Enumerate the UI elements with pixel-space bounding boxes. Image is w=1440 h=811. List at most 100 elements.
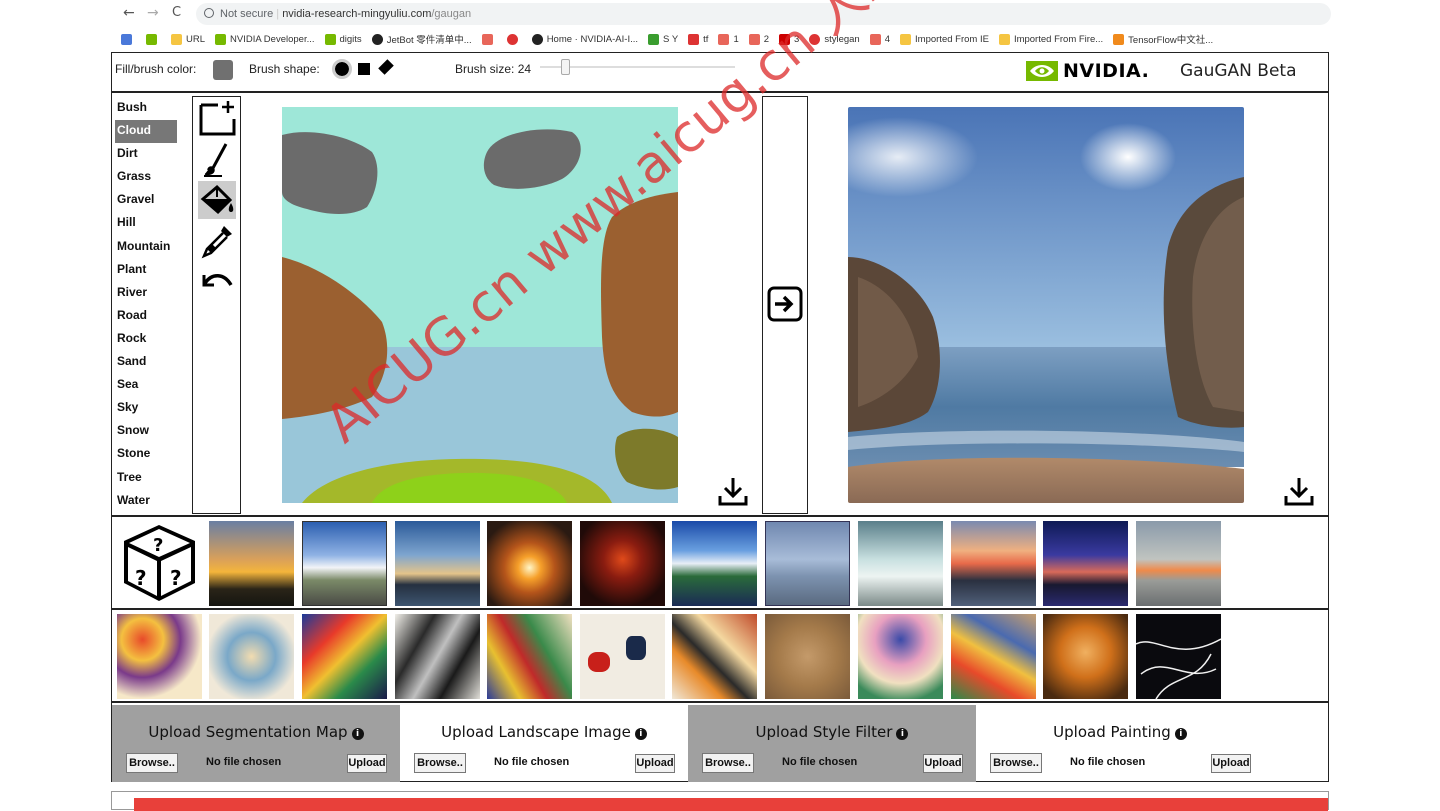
bookmark-item[interactable]: S Y — [648, 33, 678, 45]
bookmark-item[interactable]: Home · NVIDIA-AI-I... — [531, 33, 638, 45]
style-thumb-art-4[interactable] — [395, 614, 480, 699]
nvidia-logo: NVIDIA. — [1026, 59, 1149, 83]
download-output-icon[interactable] — [1284, 476, 1314, 506]
fill-color-swatch[interactable] — [213, 60, 233, 80]
browse-landscape-button[interactable]: Browse.. — [414, 753, 466, 773]
brush-circle-button[interactable] — [332, 59, 352, 79]
style-thumb-art-8[interactable] — [765, 614, 850, 699]
style-thumb-art-10[interactable] — [951, 614, 1036, 699]
back-icon[interactable]: ← — [123, 5, 135, 21]
style-thumb-art-1[interactable] — [117, 614, 202, 699]
bookmark-item[interactable]: 2 — [748, 33, 769, 45]
style-thumb-pink-clouds[interactable] — [951, 521, 1036, 606]
style-thumb-art-2[interactable] — [209, 614, 294, 699]
bookmark-item[interactable]: URL — [171, 33, 205, 45]
bookmark-folder[interactable]: Imported From Fire... — [998, 33, 1103, 45]
label-plant[interactable]: Plant — [115, 259, 180, 282]
label-bush[interactable]: Bush — [115, 97, 180, 120]
random-dice-icon[interactable]: ??? — [117, 521, 202, 606]
label-tree[interactable]: Tree — [115, 467, 180, 490]
bookmark-item[interactable]: 1 — [718, 33, 739, 45]
label-mountain[interactable]: Mountain — [115, 236, 180, 259]
landscape-file-status: No file chosen — [494, 756, 570, 768]
label-snow[interactable]: Snow — [115, 420, 180, 443]
bookmark-folder[interactable]: Imported From IE — [900, 33, 989, 45]
info-icon[interactable]: i — [1174, 728, 1187, 740]
label-sand[interactable]: Sand — [115, 351, 180, 374]
style-thumb-art-12[interactable] — [1136, 614, 1221, 699]
bookmark-apps-icon[interactable] — [121, 33, 136, 45]
upload-landscape-button[interactable]: Upload — [635, 754, 675, 773]
label-gravel[interactable]: Gravel — [115, 189, 180, 212]
browse-style-button[interactable]: Browse.. — [702, 753, 754, 773]
bookmark-item[interactable]: 3 — [779, 33, 799, 45]
download-segmentation-icon[interactable] — [718, 476, 748, 506]
new-canvas-icon[interactable] — [198, 99, 236, 137]
label-cloud[interactable]: Cloud — [115, 120, 177, 144]
label-grass[interactable]: Grass — [115, 166, 180, 189]
label-rock[interactable]: Rock — [115, 328, 180, 351]
style-thumb-art-3[interactable] — [302, 614, 387, 699]
brush-size-slider-thumb[interactable] — [561, 59, 570, 75]
bookmark-item[interactable]: stylegan — [809, 33, 860, 45]
style-thumb-sunset-sea[interactable] — [487, 521, 572, 606]
info-icon[interactable]: i — [896, 728, 909, 740]
info-icon[interactable]: i — [351, 728, 364, 740]
style-thumb-red-sun[interactable] — [580, 521, 665, 606]
reload-icon[interactable]: C — [172, 5, 181, 20]
eyedropper-icon[interactable] — [198, 222, 236, 260]
info-icon[interactable]: i — [634, 728, 647, 740]
bookmark-nvidia-icon[interactable] — [146, 33, 161, 45]
label-stone[interactable]: Stone — [115, 443, 180, 466]
label-sea[interactable]: Sea — [115, 374, 180, 397]
label-sky[interactable]: Sky — [115, 397, 180, 420]
bookmark-item[interactable]: TensorFlow中文社... — [1113, 32, 1213, 46]
browse-segmentation-button[interactable]: Browse.. — [126, 753, 178, 773]
style-thumb-violet-dusk[interactable] — [1043, 521, 1128, 606]
label-road[interactable]: Road — [115, 305, 180, 328]
output-image — [848, 107, 1244, 503]
info-icon[interactable] — [204, 8, 214, 18]
style-thumb-sunset-trees[interactable] — [209, 521, 294, 606]
browse-painting-button[interactable]: Browse.. — [990, 753, 1042, 773]
style-thumb-art-9[interactable] — [858, 614, 943, 699]
fill-color-label: Fill/brush color: — [115, 62, 197, 76]
bookmark-icon[interactable] — [481, 33, 497, 45]
style-thumb-lake-dusk[interactable] — [395, 521, 480, 606]
url-field[interactable]: Not secure | nvidia-research-mingyuliu.c… — [196, 3, 1331, 25]
label-dirt[interactable]: Dirt — [115, 143, 180, 166]
label-hill[interactable]: Hill — [115, 212, 180, 235]
style-thumb-art-5[interactable] — [487, 614, 572, 699]
bookmark-icon[interactable] — [506, 33, 522, 45]
label-river[interactable]: River — [115, 282, 180, 305]
label-water[interactable]: Water — [115, 490, 180, 513]
bottom-strip — [111, 791, 1329, 811]
style-thumb-grey-sea[interactable] — [765, 521, 850, 606]
style-thumb-calm-sunset[interactable] — [1136, 521, 1221, 606]
forward-icon[interactable]: → — [147, 5, 159, 21]
style-thumb-art-11[interactable] — [1043, 614, 1128, 699]
bookmark-item[interactable]: digits — [324, 33, 362, 45]
convert-arrow-button[interactable] — [767, 286, 803, 322]
painting-file-status: No file chosen — [1070, 756, 1146, 768]
upload-segmentation-button[interactable]: Upload — [347, 754, 387, 773]
style-thumb-coast-cliffs[interactable] — [672, 521, 757, 606]
segmentation-canvas[interactable] — [282, 107, 678, 503]
bookmark-item[interactable]: 4 — [869, 33, 890, 45]
brush-square-button[interactable] — [358, 63, 370, 75]
upload-style-button[interactable]: Upload — [923, 754, 963, 773]
bookmark-item[interactable]: tf — [688, 33, 708, 45]
style-thumb-road-clouds[interactable] — [302, 521, 387, 606]
undo-icon[interactable] — [198, 263, 236, 301]
style-thumb-art-7[interactable] — [672, 614, 757, 699]
upload-painting-button[interactable]: Upload — [1211, 754, 1251, 773]
style-thumb-art-6[interactable] — [580, 614, 665, 699]
style-thumb-snow-shore[interactable] — [858, 521, 943, 606]
bookmark-item[interactable]: JetBot 零件清单中... — [371, 32, 472, 46]
bottom-red-bar — [134, 798, 1328, 811]
brush-diamond-button[interactable] — [378, 59, 394, 75]
bookmarks-bar: URL NVIDIA Developer... digits JetBot 零件… — [111, 28, 1347, 50]
brush-icon[interactable] — [198, 140, 236, 178]
bookmark-item[interactable]: NVIDIA Developer... — [215, 33, 315, 45]
fill-bucket-icon[interactable] — [198, 181, 236, 219]
